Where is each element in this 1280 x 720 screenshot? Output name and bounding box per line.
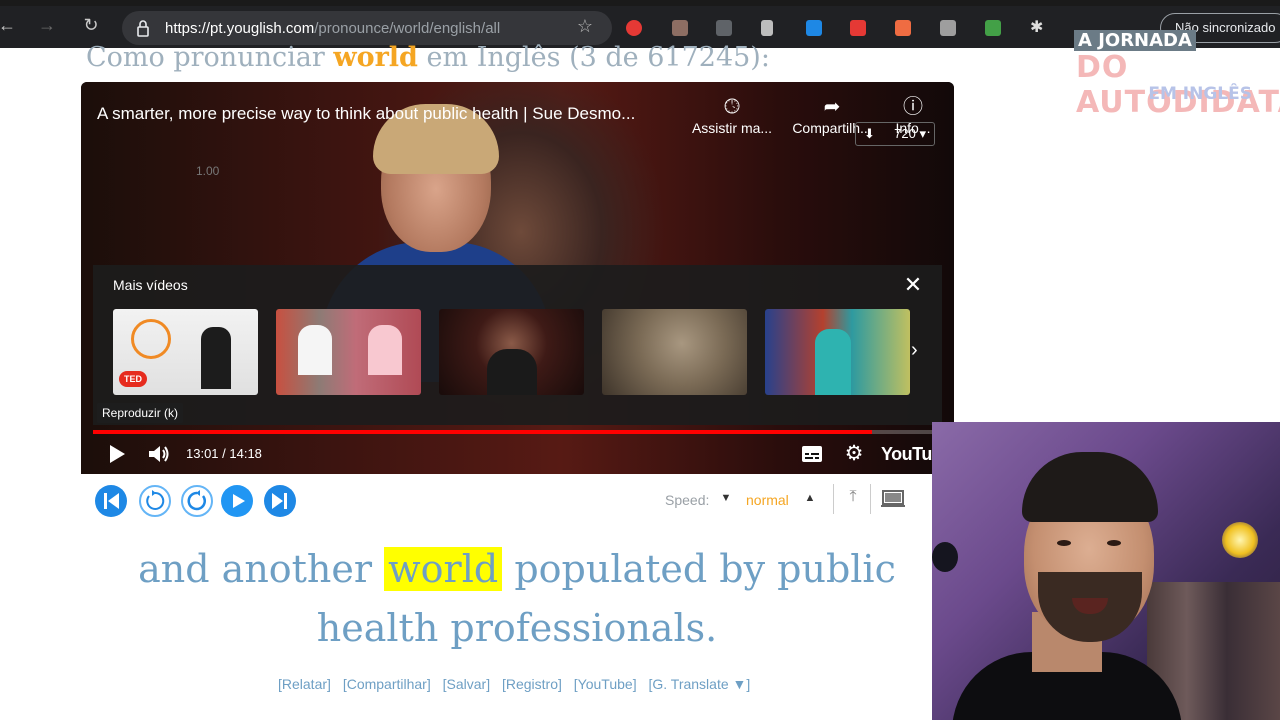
url-text[interactable]: https://pt.youglish.com/pronounce/world/… xyxy=(165,20,500,37)
related-video-thumbnail[interactable] xyxy=(276,309,421,395)
youtube-link[interactable]: [YouTube] xyxy=(574,676,637,692)
logo-line-1: A JORNADA xyxy=(1074,30,1196,51)
related-video-thumbnail[interactable]: TED xyxy=(113,309,258,395)
page-title: Como pronunciar world em Inglês (3 de 61… xyxy=(86,42,770,73)
screen-mode-icon[interactable] xyxy=(880,488,906,510)
caption-text: and another world populated by public he… xyxy=(138,547,896,650)
close-icon[interactable]: ✕ xyxy=(901,273,925,297)
back-icon[interactable]: ← xyxy=(0,14,18,36)
speed-overlay-text: 1.00 xyxy=(196,164,220,178)
extension-camera-icon[interactable] xyxy=(940,20,956,36)
extension-orange-icon[interactable] xyxy=(895,20,911,36)
channel-logo: A JORNADA DO AUTODIDATA EM INGLÊS xyxy=(1074,30,1280,120)
bookmark-star-icon[interactable]: ☆ xyxy=(574,16,596,38)
time-display: 13:01 / 14:18 xyxy=(186,446,262,461)
extension-video-icon[interactable] xyxy=(850,20,866,36)
subtitles-icon[interactable] xyxy=(801,445,823,463)
back-5s-button[interactable] xyxy=(138,484,172,518)
next-clip-button[interactable] xyxy=(263,484,297,518)
progress-played xyxy=(93,430,873,434)
play-tooltip: Reproduzir (k) xyxy=(97,403,184,423)
extension-download-icon[interactable] xyxy=(985,20,1001,36)
watch-later-button[interactable]: 🕓︎ Assistir ma... xyxy=(689,94,775,136)
repeat-button[interactable] xyxy=(180,484,214,518)
caption-highlighted-word: world xyxy=(384,547,503,591)
lamp xyxy=(1222,522,1258,558)
logo-line-3: EM INGLÊS xyxy=(1148,84,1252,104)
share-arrow-icon: ➦ xyxy=(823,96,841,118)
extensions-puzzle-icon[interactable]: ✱ xyxy=(1030,20,1046,36)
related-video-thumbnail[interactable] xyxy=(439,309,584,395)
related-video-thumbnail[interactable] xyxy=(765,309,910,395)
register-link[interactable]: [Registro] xyxy=(502,676,562,692)
related-video-thumbnail[interactable] xyxy=(602,309,747,395)
extension-code-icon[interactable] xyxy=(716,20,732,36)
extension-print-icon[interactable] xyxy=(761,20,773,36)
settings-gear-icon[interactable]: ⚙ xyxy=(843,443,865,465)
play-icon[interactable] xyxy=(107,443,127,465)
volume-icon[interactable] xyxy=(147,443,171,465)
lock-icon xyxy=(137,20,149,37)
presenter-eye xyxy=(1107,540,1121,546)
progress-bar[interactable] xyxy=(93,430,942,434)
google-translate-link[interactable]: [G. Translate ▼] xyxy=(648,676,750,692)
more-videos-title: Mais vídeos xyxy=(113,277,188,293)
speed-label: Speed: xyxy=(665,492,710,508)
video-player[interactable]: A smarter, more precise way to think abo… xyxy=(81,82,954,474)
tab-strip xyxy=(0,0,1280,6)
speed-up-button[interactable]: ▲ xyxy=(796,488,824,512)
download-arrow-icon: ⬇ xyxy=(864,126,875,141)
divider xyxy=(833,484,834,514)
presenter-eye xyxy=(1057,540,1071,546)
play-clip-button[interactable] xyxy=(220,484,254,518)
scroll-top-icon[interactable]: ⤒ xyxy=(843,488,863,510)
forward-icon[interactable]: → xyxy=(36,14,58,36)
action-links: [Relatar] [Compartilhar] [Salvar] [Regis… xyxy=(278,676,758,692)
save-link[interactable]: [Salvar] xyxy=(443,676,490,692)
microphone xyxy=(932,542,958,572)
reload-icon[interactable]: ↻ xyxy=(80,14,102,36)
speed-value: normal xyxy=(746,492,789,508)
chevron-right-icon[interactable]: › xyxy=(911,339,918,362)
ted-badge: TED xyxy=(119,371,147,387)
divider xyxy=(870,484,871,514)
extension-red-icon[interactable] xyxy=(626,20,642,36)
quality-selector[interactable]: ⬇ 720 ▾ xyxy=(855,122,935,146)
heading-word: world xyxy=(333,42,418,73)
share-link[interactable]: [Compartilhar] xyxy=(343,676,431,692)
more-videos-panel: Mais vídeos ✕ TED › xyxy=(93,265,942,425)
info-icon: ⓘ xyxy=(903,96,923,118)
speed-down-button[interactable]: ▼ xyxy=(712,488,740,512)
clock-icon: 🕓︎ xyxy=(724,96,740,118)
extension-pen-icon[interactable] xyxy=(672,20,688,36)
extension-blue-icon[interactable] xyxy=(806,20,822,36)
video-title[interactable]: A smarter, more precise way to think abo… xyxy=(97,104,635,124)
report-link[interactable]: [Relatar] xyxy=(278,676,331,692)
presenter-hair xyxy=(1022,452,1158,522)
previous-clip-button[interactable] xyxy=(94,484,128,518)
presenter-webcam xyxy=(932,422,1280,720)
